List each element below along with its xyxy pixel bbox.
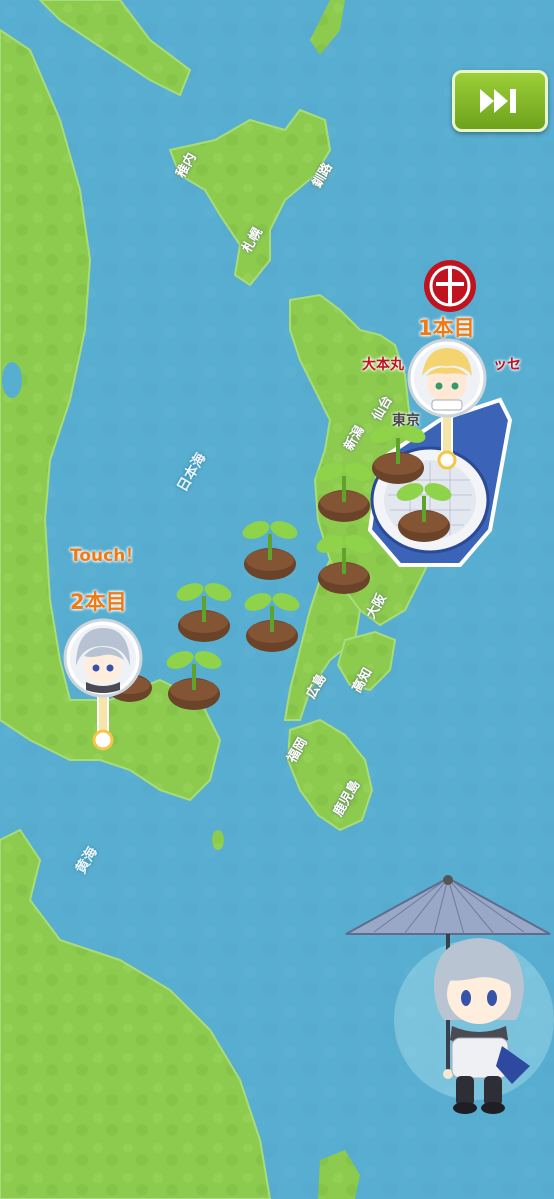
sprout: [176, 583, 232, 642]
sprout: [166, 651, 222, 710]
sprout: [396, 483, 452, 542]
character-pin-2[interactable]: [60, 616, 146, 752]
sprout: [316, 463, 372, 522]
touch-count-label: 2本目: [70, 590, 127, 614]
sprout: [242, 521, 298, 580]
walker-character: [344, 870, 554, 1120]
sprout: [244, 593, 300, 652]
character-with-umbrella: [345, 875, 554, 1114]
touch-label: Touch！: [70, 546, 143, 566]
sprout: [316, 535, 372, 594]
sprout: [370, 425, 426, 484]
character-portrait-silver: [63, 618, 143, 751]
game-screen: 日本海 黄海 稚内 釧路 札幌 新潟 仙台 大阪 広島 高知 福岡 鹿児島 1本…: [0, 0, 554, 1199]
